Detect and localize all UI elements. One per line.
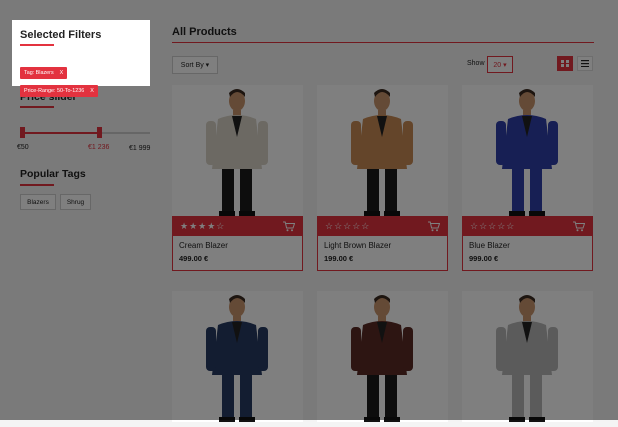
tag-shrug[interactable]: Shrug bbox=[60, 194, 91, 210]
show-count-select[interactable]: 20 ▾ bbox=[487, 56, 513, 73]
filter-chip-tag[interactable]: Tag: Blazers X bbox=[20, 67, 68, 79]
product-card[interactable] bbox=[317, 291, 448, 422]
product-price: 199.00 € bbox=[324, 254, 354, 263]
title-underline bbox=[172, 42, 594, 43]
product-card[interactable]: ★★★★☆ Cream Blazer 499.00 € bbox=[172, 85, 303, 271]
product-name[interactable]: Blue Blazer bbox=[469, 241, 586, 250]
selected-filters-panel: Selected Filters Tag: Blazers XPrice-Rang… bbox=[12, 20, 150, 97]
cart-icon[interactable] bbox=[573, 221, 585, 232]
cart-icon[interactable] bbox=[283, 221, 295, 232]
filter-chip-label: Tag: Blazers bbox=[24, 70, 54, 76]
product-action-bar: ☆☆☆☆☆ bbox=[317, 216, 448, 236]
product-photo bbox=[351, 89, 413, 216]
product-card[interactable]: ☆☆☆☆☆ Light Brown Blazer 199.00 € bbox=[317, 85, 448, 271]
grid-view-button[interactable] bbox=[557, 56, 573, 71]
product-image[interactable] bbox=[317, 85, 448, 216]
product-photo bbox=[206, 295, 268, 422]
selected-filters-underline bbox=[20, 44, 54, 46]
price-max-label: €1 999 bbox=[129, 145, 151, 152]
list-icon bbox=[581, 60, 589, 67]
price-slider-underline bbox=[20, 106, 54, 108]
list-view-button[interactable] bbox=[577, 56, 593, 71]
rating-stars: ☆☆☆☆☆ bbox=[325, 220, 371, 231]
product-card[interactable] bbox=[172, 291, 303, 422]
product-action-bar: ☆☆☆☆☆ bbox=[462, 216, 593, 236]
product-info: Blue Blazer 999.00 € bbox=[462, 236, 593, 271]
product-card[interactable] bbox=[462, 291, 593, 422]
popular-tags-title: Popular Tags bbox=[20, 168, 86, 180]
product-photo bbox=[496, 89, 558, 216]
tag-blazers[interactable]: Blazers bbox=[20, 194, 56, 210]
filter-chip-price[interactable]: Price-Range: 50-To-1236 X bbox=[20, 85, 98, 97]
product-image[interactable] bbox=[172, 85, 303, 216]
selected-filters-title: Selected Filters bbox=[20, 29, 102, 41]
product-price: 999.00 € bbox=[469, 254, 499, 263]
price-slider-min-handle[interactable] bbox=[20, 127, 25, 138]
product-name[interactable]: Light Brown Blazer bbox=[324, 241, 441, 250]
popular-tags-underline bbox=[20, 184, 54, 186]
filter-chips: Tag: Blazers X Price-Range: 50-To-1236 X bbox=[20, 61, 150, 97]
grid-icon bbox=[561, 60, 569, 67]
sort-by-dropdown[interactable]: Sort By ▾ bbox=[172, 56, 218, 74]
product-card[interactable]: ☆☆☆☆☆ Blue Blazer 999.00 € bbox=[462, 85, 593, 271]
show-label: Show bbox=[467, 60, 485, 67]
product-action-bar: ★★★★☆ bbox=[172, 216, 303, 236]
remove-filter-icon[interactable]: X bbox=[90, 88, 94, 94]
product-name[interactable]: Cream Blazer bbox=[179, 241, 296, 250]
product-info: Light Brown Blazer 199.00 € bbox=[317, 236, 448, 271]
product-image[interactable] bbox=[172, 291, 303, 422]
page-title: All Products bbox=[172, 26, 237, 38]
remove-filter-icon[interactable]: X bbox=[60, 70, 64, 76]
rating-stars: ☆☆☆☆☆ bbox=[470, 220, 516, 231]
product-image[interactable] bbox=[462, 85, 593, 216]
product-price: 499.00 € bbox=[179, 254, 209, 263]
rating-stars: ★★★★☆ bbox=[180, 220, 226, 231]
price-selected-max-label: €1 236 bbox=[88, 144, 110, 151]
filter-chip-label: Price-Range: 50-To-1236 bbox=[24, 88, 85, 94]
product-photo bbox=[496, 295, 558, 422]
product-image[interactable] bbox=[462, 291, 593, 422]
product-info: Cream Blazer 499.00 € bbox=[172, 236, 303, 271]
price-min-label: €50 bbox=[17, 144, 29, 151]
price-slider-max-handle[interactable] bbox=[97, 127, 102, 138]
product-photo bbox=[351, 295, 413, 422]
product-photo bbox=[206, 89, 268, 216]
price-slider-range bbox=[22, 132, 99, 134]
cart-icon[interactable] bbox=[428, 221, 440, 232]
product-image[interactable] bbox=[317, 291, 448, 422]
